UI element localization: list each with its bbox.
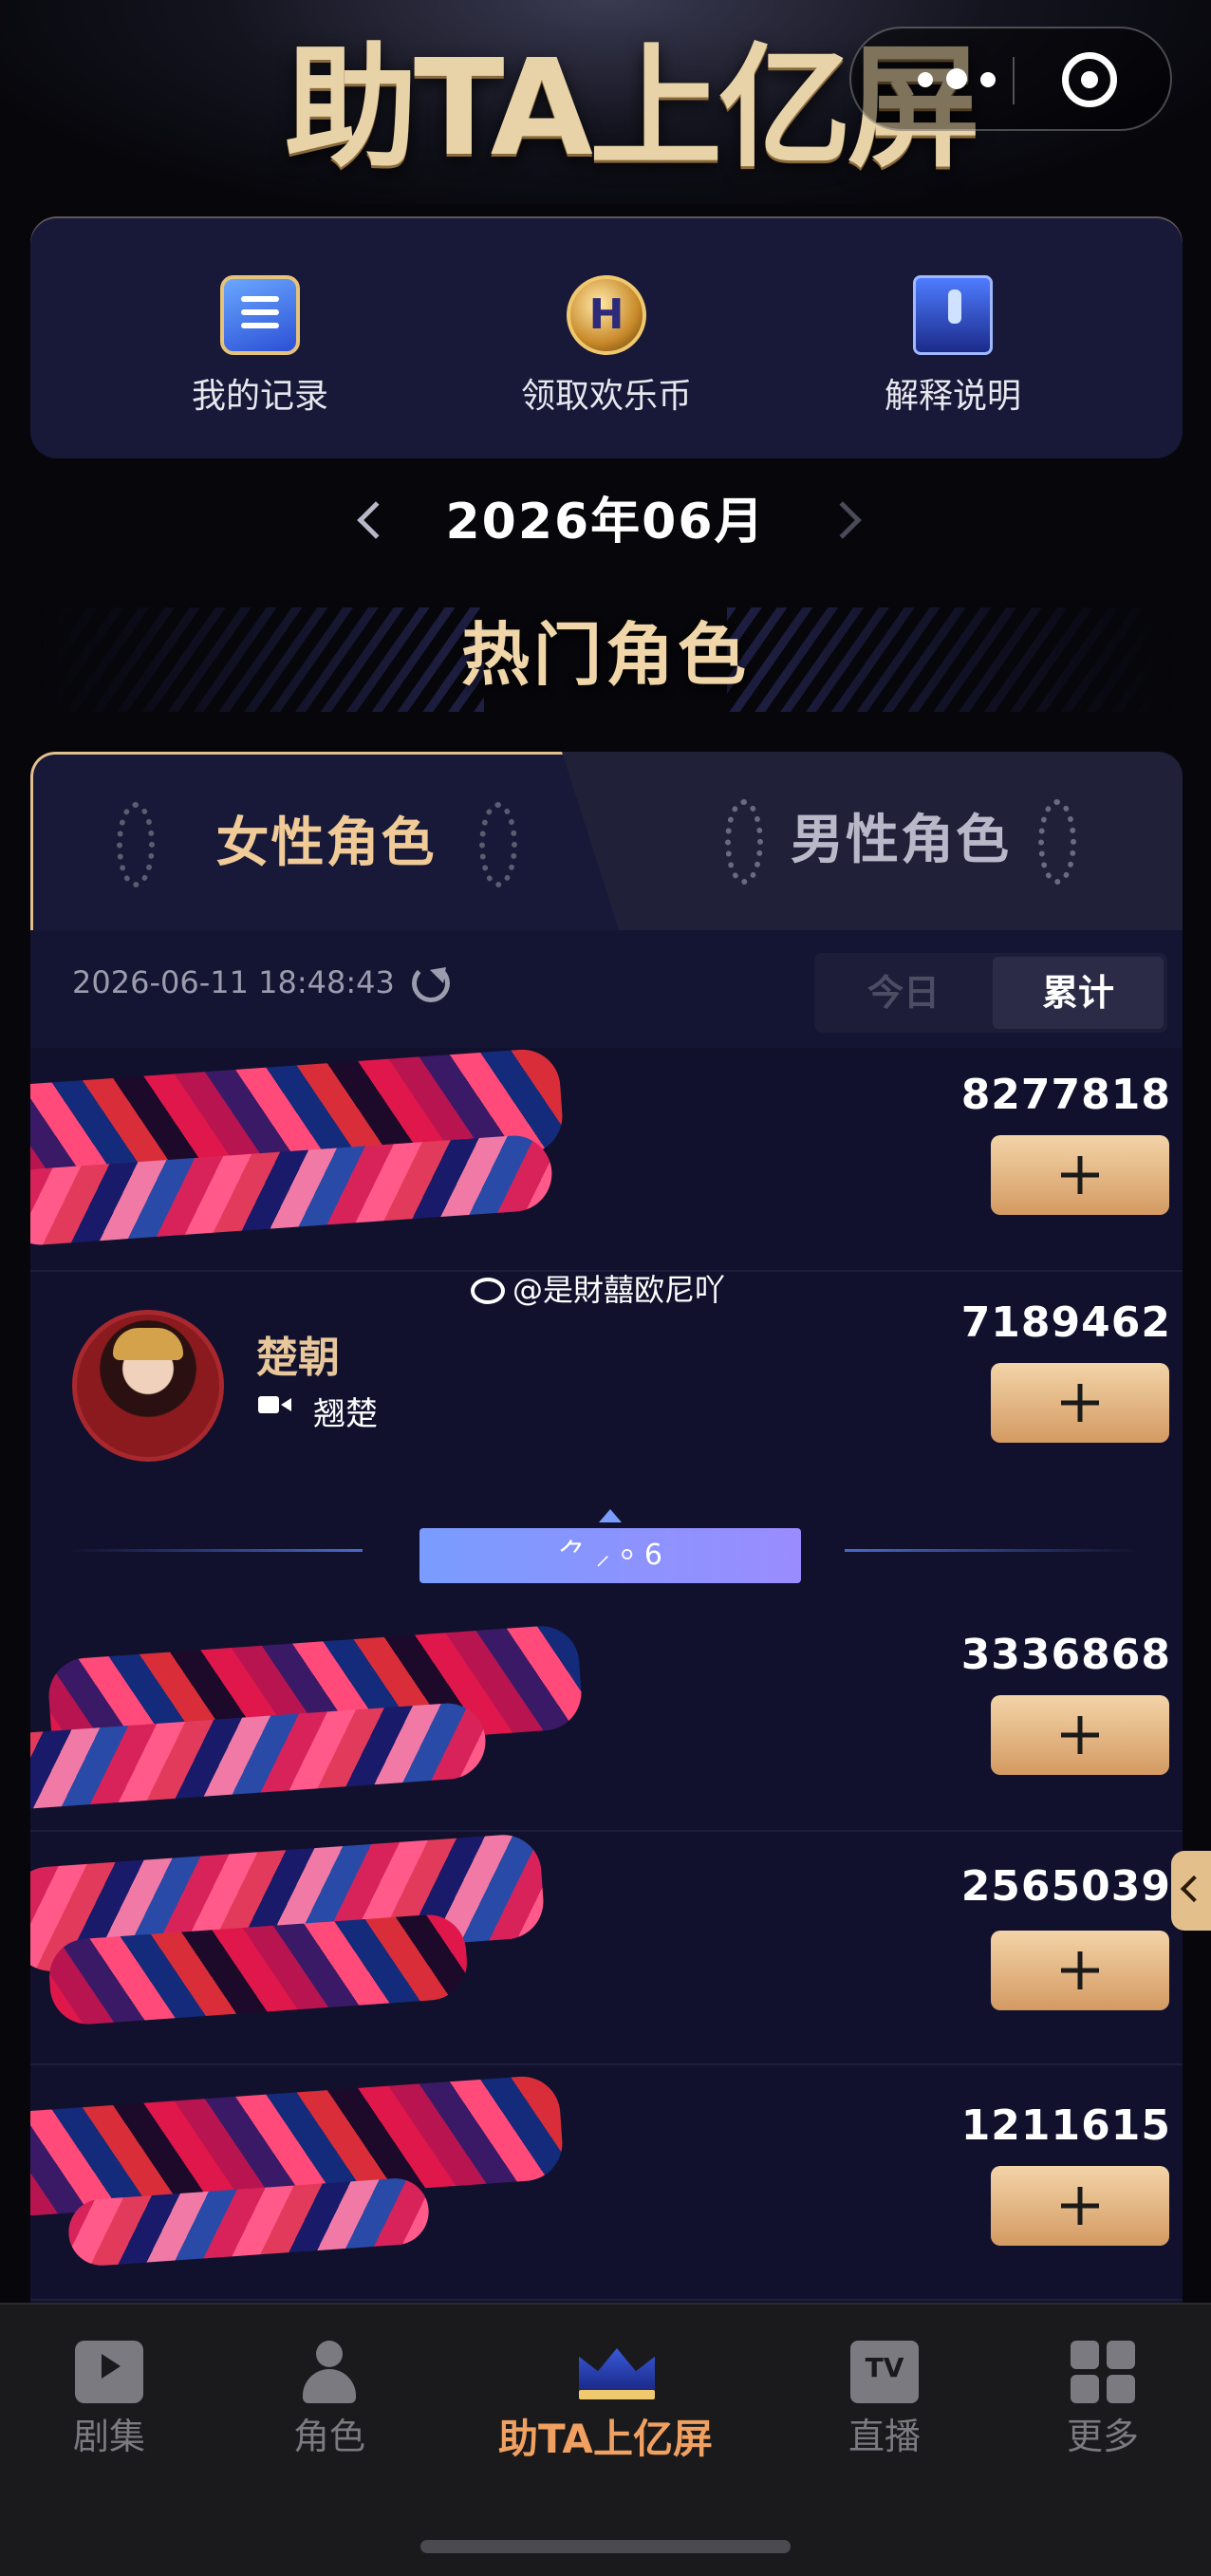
nav-live[interactable]: TV 直播 [780, 2341, 989, 2459]
quick-action-label: 解释说明 [884, 377, 1021, 416]
vote-score: 2565039 [960, 1862, 1171, 1911]
divider-line [845, 1549, 1139, 1552]
grid-icon [1069, 2341, 1137, 2403]
ranking-row: 1211615 [30, 2065, 1183, 2301]
divider-line [68, 1549, 363, 1552]
target-icon[interactable] [1062, 52, 1117, 107]
record-icon [220, 275, 300, 355]
capsule-divider [1013, 57, 1015, 104]
vote-score: 1211615 [960, 2101, 1171, 2150]
quick-action-label: 领取欢乐币 [520, 377, 692, 416]
crown-icon [571, 2341, 655, 2403]
live-tv-icon: TV [850, 2341, 919, 2403]
nav-label: 更多 [1066, 2416, 1139, 2457]
header: 助TA上亿屏 [0, 0, 1211, 204]
period-toggle: 今日 累计 [814, 953, 1167, 1033]
nav-label: 剧集 [72, 2416, 145, 2457]
vote-add-button[interactable] [991, 2166, 1169, 2246]
laurel-left-icon [725, 799, 763, 885]
vote-add-button[interactable] [991, 1695, 1169, 1775]
chevron-left-icon [357, 501, 395, 539]
coin-icon: H [567, 275, 646, 355]
home-indicator [420, 2540, 791, 2553]
ranking-row: 8277818 [30, 1047, 1183, 1272]
more-icon[interactable] [918, 68, 1022, 93]
screen-icon [913, 275, 993, 355]
character-name: 楚朝 [256, 1334, 340, 1382]
page-title: 助TA上亿屏 [285, 31, 980, 186]
ranking-row: 3336868 [30, 1595, 1183, 1832]
ranking-row: 2565039 [30, 1832, 1183, 2065]
cumulative-toggle[interactable]: 累计 [993, 957, 1164, 1029]
month-label: 2026年06月 [445, 494, 766, 551]
vote-score: 7189462 [960, 1298, 1171, 1347]
ranking-meta: 2026-06-11 18:48:43 今日 累计 [30, 930, 1183, 1048]
person-star-icon [295, 2341, 363, 2403]
quick-actions-card: 我的记录 H 领取欢乐币 解释说明 [30, 216, 1183, 458]
explanation-button[interactable]: 解释说明 [829, 275, 1076, 418]
divider-banner: ⺈ ⸝ ⸰ 6 [419, 1528, 801, 1583]
nav-roles[interactable]: 角色 [225, 2341, 434, 2459]
tab-label: 男性角色 [791, 810, 1011, 871]
next-month-button[interactable] [824, 499, 866, 545]
watermark: @是財囍欧尼吖 [471, 1266, 725, 1310]
section-header: 热门角色 [0, 598, 1211, 712]
refresh-icon[interactable] [412, 964, 450, 1002]
quick-action-label: 我的记录 [191, 377, 328, 416]
laurel-left-icon [117, 802, 155, 887]
update-timestamp: 2026-06-11 18:48:43 [72, 964, 395, 1000]
section-title: 热门角色 [460, 615, 750, 695]
side-collapse-tab[interactable] [1171, 1851, 1211, 1931]
vote-score: 3336868 [960, 1631, 1171, 1679]
video-camera-icon [258, 1396, 291, 1413]
chevron-right-icon [824, 501, 862, 539]
claim-coins-button[interactable]: H 领取欢乐币 [483, 275, 730, 418]
ranking-panel: 男性角色 女性角色 2026-06-11 18:48:43 今日 累计 8277… [30, 752, 1183, 2308]
vote-score: 8277818 [960, 1071, 1171, 1119]
tv-icon [75, 2341, 143, 2403]
prev-month-button[interactable] [349, 499, 395, 545]
month-selector: 2026年06月 [0, 484, 1211, 560]
my-record-button[interactable]: 我的记录 [137, 275, 383, 418]
mini-program-capsule [849, 27, 1172, 131]
nav-more[interactable]: 更多 [998, 2341, 1207, 2459]
rank-divider: ⺈ ⸝ ⸰ 6 [30, 1509, 1183, 1595]
tab-label: 女性角色 [215, 812, 437, 874]
today-toggle[interactable]: 今日 [818, 957, 989, 1029]
watermark-text: @是財囍欧尼吖 [512, 1272, 726, 1308]
caret-up-icon [599, 1509, 622, 1522]
bottom-nav: 剧集 角色 助TA上亿屏 TV 直播 更多 [0, 2303, 1211, 2576]
tab-female-roles[interactable]: 女性角色 [30, 752, 619, 930]
nav-billion-screen[interactable]: 助TA上亿屏 [473, 2341, 738, 2465]
avatar[interactable] [72, 1310, 224, 1462]
vote-add-button[interactable] [991, 1363, 1169, 1443]
gender-tabs: 男性角色 女性角色 [30, 752, 1183, 930]
nav-label: 直播 [848, 2416, 921, 2457]
drama-name: 翘楚 [313, 1395, 378, 1433]
laurel-right-icon [479, 802, 517, 887]
tab-male-roles[interactable]: 男性角色 [619, 752, 1183, 930]
nav-label: 助TA上亿屏 [498, 2416, 713, 2462]
laurel-right-icon [1038, 799, 1076, 885]
nav-episodes[interactable]: 剧集 [5, 2341, 214, 2459]
vote-add-button[interactable] [991, 1931, 1169, 2010]
vote-add-button[interactable] [991, 1135, 1169, 1215]
weibo-icon [471, 1278, 505, 1304]
chevron-left-icon [1180, 1875, 1208, 1903]
nav-label: 角色 [292, 2416, 365, 2457]
